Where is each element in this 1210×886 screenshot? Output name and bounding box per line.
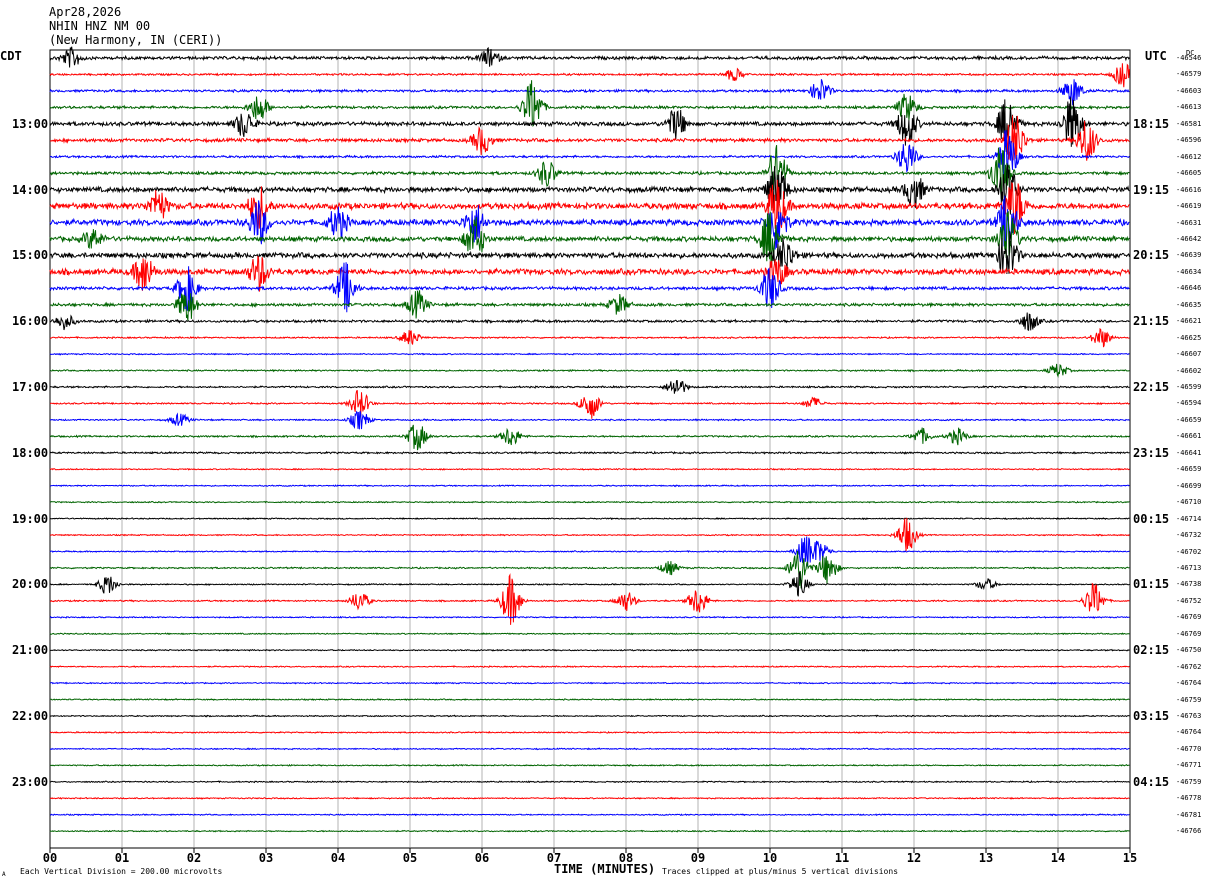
seismic-trace bbox=[49, 290, 1130, 321]
seismic-trace bbox=[49, 327, 1130, 348]
seismic-trace bbox=[49, 829, 1130, 833]
seismic-trace bbox=[49, 211, 1130, 268]
scale-note: Each Vertical Division = 200.00 microvol… bbox=[20, 867, 223, 876]
seismic-trace bbox=[49, 517, 1130, 521]
seismic-traces bbox=[49, 46, 1130, 833]
seismic-trace bbox=[49, 681, 1130, 685]
seismic-trace bbox=[49, 796, 1130, 800]
seismic-trace bbox=[49, 780, 1130, 784]
seismic-trace bbox=[49, 467, 1130, 471]
plot-grid bbox=[49, 49, 1131, 849]
seismic-trace bbox=[50, 550, 1130, 589]
seismic-trace bbox=[49, 80, 1130, 128]
seismic-trace bbox=[49, 665, 1130, 669]
x-axis-ticks bbox=[49, 848, 1131, 853]
seismic-trace bbox=[49, 312, 1130, 332]
seismic-trace bbox=[49, 63, 1130, 88]
seismic-trace bbox=[49, 115, 1130, 161]
clip-note: Traces clipped at plus/minus 5 vertical … bbox=[662, 867, 899, 876]
seismic-trace bbox=[49, 410, 1130, 430]
seismic-trace bbox=[49, 390, 1130, 419]
seismic-trace bbox=[49, 517, 1130, 552]
seismic-trace bbox=[49, 231, 1130, 275]
seismic-trace bbox=[49, 632, 1130, 636]
seismic-trace bbox=[49, 500, 1130, 504]
seismic-trace bbox=[49, 615, 1130, 619]
seismic-trace bbox=[49, 363, 1130, 379]
seismic-trace bbox=[49, 570, 1130, 597]
corner-mark: A bbox=[2, 871, 6, 878]
seismic-trace bbox=[49, 352, 1130, 356]
seismogram-plot bbox=[49, 46, 1131, 853]
seismic-trace bbox=[49, 747, 1130, 751]
x-axis-title: TIME (MINUTES) bbox=[554, 862, 656, 876]
seismic-trace bbox=[49, 255, 1130, 292]
seismic-trace bbox=[49, 450, 1130, 455]
seismic-trace bbox=[50, 698, 1130, 702]
seismic-trace bbox=[49, 380, 1130, 394]
seismic-trace bbox=[49, 730, 1130, 734]
plot-frame bbox=[49, 49, 1131, 849]
seismic-trace bbox=[49, 424, 1130, 451]
seismic-trace bbox=[49, 484, 1130, 488]
seismic-trace bbox=[49, 813, 1130, 817]
seismic-trace bbox=[49, 97, 1130, 153]
seismic-trace bbox=[49, 536, 1130, 567]
seismic-trace bbox=[49, 648, 1130, 652]
seismic-trace bbox=[49, 714, 1130, 718]
seismic-trace bbox=[49, 763, 1130, 767]
seismic-trace bbox=[49, 79, 1130, 106]
